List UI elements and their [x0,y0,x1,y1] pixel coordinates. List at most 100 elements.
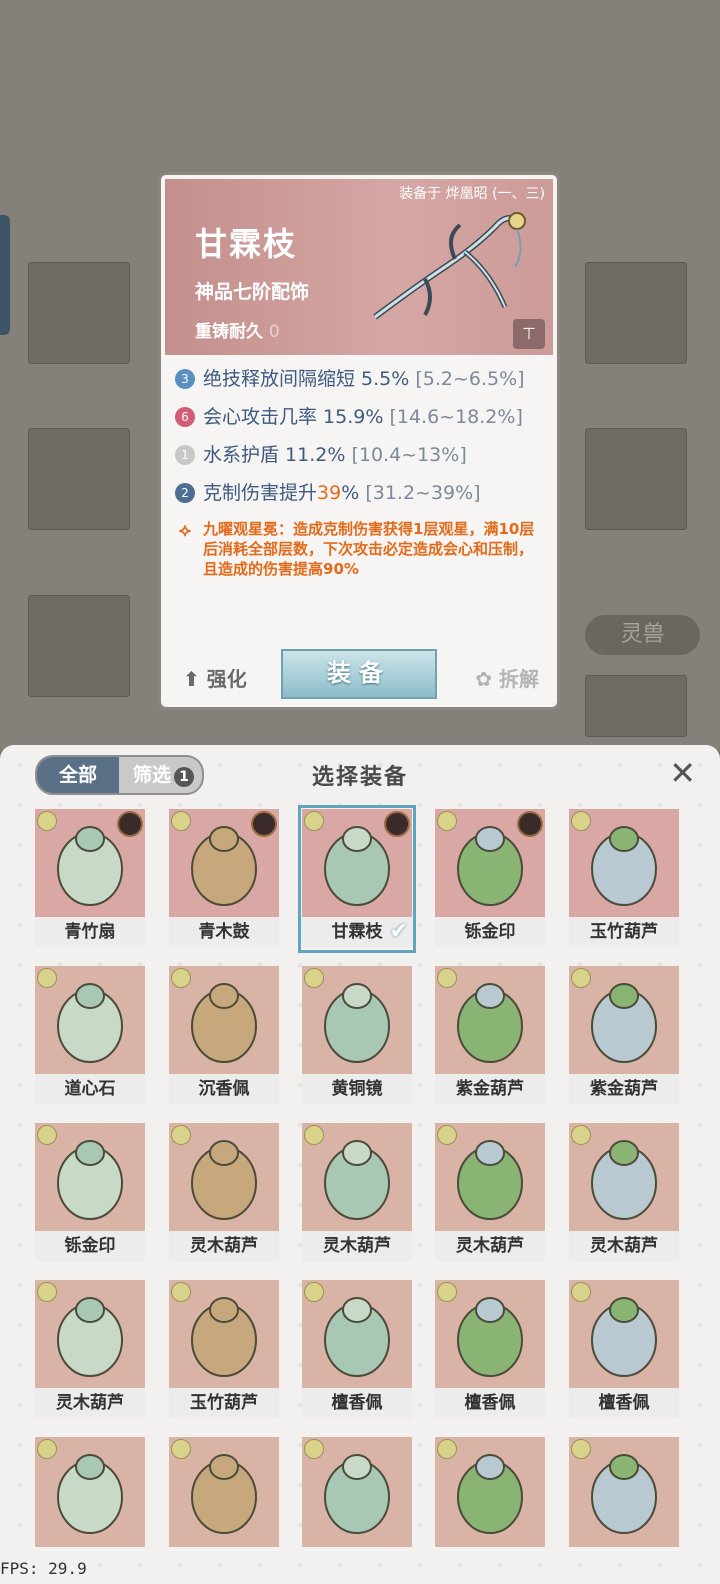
equipment-tile[interactable] [569,1437,679,1577]
quality-icon [171,811,191,831]
quality-icon [437,1282,457,1302]
equipment-name: 灵木葫芦 [35,1388,145,1418]
fps-counter: FPS: 29.9 [0,1559,87,1578]
equipment-tile[interactable] [435,1437,545,1577]
equipment-tile[interactable]: 青竹扇 [35,809,145,949]
bg-equip-slot [28,595,130,697]
equipment-tile[interactable]: 灵木葫芦 [435,1123,545,1263]
equipment-tile[interactable]: 紫金葫芦 [569,966,679,1106]
stat-highlight-value: 39 [317,482,342,504]
dismantle-button[interactable]: ✿ 拆解 [475,663,539,692]
equipment-name: 檀香佩 [569,1388,679,1418]
equipment-tile[interactable]: 黄铜镜 [302,966,412,1106]
equipment-name: 玉竹葫芦 [169,1388,279,1418]
quality-icon [37,1125,57,1145]
equipment-tile[interactable]: 玉竹葫芦 [569,809,679,949]
quality-icon [571,1439,591,1459]
spirit-beast-tab[interactable]: 灵兽 [585,615,700,655]
dismantle-label: 拆解 [499,667,539,691]
stat-text: 克制伤害提升 [203,482,318,504]
stat-text-suffix: % [341,482,360,504]
durability-label: 重铸耐久 [195,322,263,342]
stat-row: 3 绝技释放间隔缩短 5.5% [5.2~6.5%] [175,367,545,391]
stat-range: [14.6~18.2%] [389,406,523,428]
stat-level-badge: 6 [175,407,195,427]
owner-avatar [384,811,410,837]
quality-icon [571,968,591,988]
equipment-name: 檀香佩 [302,1388,412,1418]
quality-icon [571,811,591,831]
stats-list: 3 绝技释放间隔缩短 5.5% [5.2~6.5%] 6 会心攻击几率 15.9… [175,367,545,579]
equipment-tile[interactable]: ⊤铄金印 [435,809,545,949]
equipment-name: 玉竹葫芦 [569,917,679,947]
equipment-tile[interactable]: 灵木葫芦 [35,1280,145,1420]
quality-icon [304,1439,324,1459]
upgrade-label: 强化 [206,667,247,691]
owner-avatar [251,811,277,837]
equipment-tile[interactable]: 玉竹葫芦 [169,1280,279,1420]
equipment-tile[interactable]: 灵木葫芦 [302,1123,412,1263]
quality-icon [37,1282,57,1302]
item-durability: 重铸耐久 0 [195,317,280,342]
quality-icon [37,968,57,988]
quality-icon [437,1439,457,1459]
equipment-name: 青木鼓 [169,917,279,947]
equipment-tile[interactable]: 灵木葫芦 [569,1123,679,1263]
skill-row: ⟡ 九曜观星冕：造成克制伤害获得1层观星，满10层后消耗全部层数，下次攻击必定造… [175,519,545,579]
stat-row: 1 水系护盾 11.2% [10.4~13%] [175,443,545,467]
equipment-name: 紫金葫芦 [435,1074,545,1104]
equipment-tile[interactable]: 沉香佩 [169,966,279,1106]
upgrade-button[interactable]: ⬆ 强化 [183,663,247,692]
equipment-name: 檀香佩 [435,1388,545,1418]
equipment-tile[interactable]: ⊤甘霖枝✔ [298,805,416,953]
equipment-tile[interactable]: 紫金葫芦 [435,966,545,1106]
bg-equip-slot [585,675,687,737]
quality-icon [437,811,457,831]
equipment-name: 道心石 [35,1074,145,1104]
equipment-tile[interactable]: 檀香佩 [569,1280,679,1420]
stat-level-badge: 2 [175,483,195,503]
equipment-tile[interactable]: 檀香佩 [435,1280,545,1420]
equipment-tile[interactable] [169,1437,279,1577]
equipment-tile[interactable]: ⊤灵木葫芦 [169,1123,279,1263]
quality-icon [304,1125,324,1145]
stat-row: 6 会心攻击几率 15.9% [14.6~18.2%] [175,405,545,429]
lock-button[interactable]: ⊤ [513,319,545,349]
equipment-name: 铄金印 [435,917,545,947]
owner-avatar [117,811,143,837]
quality-icon [171,1282,191,1302]
stat-range: [10.4~13%] [351,444,467,466]
quality-icon [304,968,324,988]
equipment-name: 沉香佩 [169,1074,279,1104]
side-tab[interactable] [0,215,10,335]
quality-icon [571,1282,591,1302]
equipment-tile[interactable] [302,1437,412,1577]
equipment-tile[interactable]: ⊤铄金印 [35,1123,145,1263]
bg-equip-slot [28,262,130,364]
bg-equip-slot [585,428,687,530]
card-actions: ⬆ 强化 装备 ✿ 拆解 [161,643,557,707]
owner-avatar [517,811,543,837]
quality-icon [37,811,57,831]
check-icon: ✔ [389,919,408,944]
equipment-tile[interactable]: 檀香佩 [302,1280,412,1420]
stat-text: 水系护盾 11.2% [203,444,346,466]
quality-icon [571,1125,591,1145]
stat-range: [5.2~6.5%] [415,368,525,390]
close-icon[interactable]: ✕ [669,753,696,793]
quality-icon [304,1282,324,1302]
item-header: 装备于 烨凰昭 (一、三) 甘霖枝 神品七阶配饰 重铸耐久 0 ⊤ [165,179,553,355]
equipment-tile[interactable]: ⊤青木鼓 [169,809,279,949]
equipment-tile[interactable]: ⊤道心石 [35,966,145,1106]
equipment-name: 紫金葫芦 [569,1074,679,1104]
equipment-name: 铄金印 [35,1231,145,1261]
quality-icon [171,1125,191,1145]
equip-button[interactable]: 装备 [281,649,437,699]
equipment-name: 黄铜镜 [302,1074,412,1104]
equipment-name: 灵木葫芦 [569,1231,679,1261]
equipment-tile[interactable] [35,1437,145,1577]
select-equipment-panel: 全部 筛选1 选择装备 ✕ 青竹扇⊤青木鼓⊤甘霖枝✔⊤铄金印玉竹葫芦⊤道心石沉香… [0,745,720,1584]
stat-row: 2 克制伤害提升39% [31.2~39%] [175,481,545,505]
bg-equip-slot [585,262,687,364]
quality-icon [304,811,324,831]
